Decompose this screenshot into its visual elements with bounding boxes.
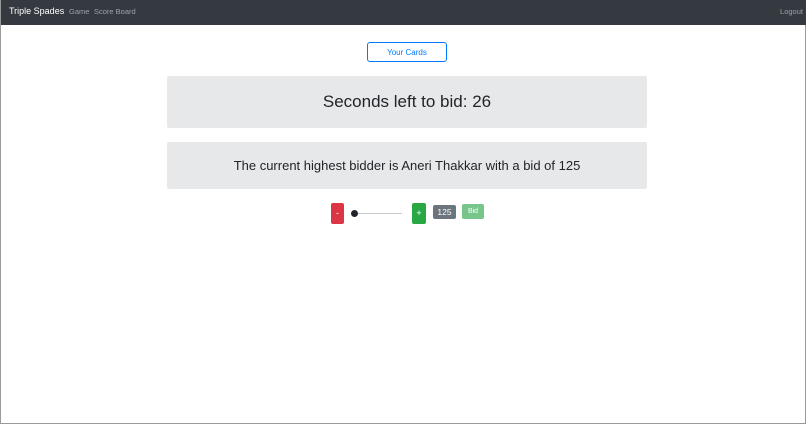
navbar: Triple Spades Game Score Board Logout bbox=[1, 0, 806, 25]
decrease-bid-button[interactable]: - bbox=[331, 203, 344, 224]
bid-button[interactable]: Bid bbox=[462, 204, 484, 219]
brand-link[interactable]: Triple Spades bbox=[9, 6, 64, 16]
highest-bidder-text: The current highest bidder is Aneri Thak… bbox=[233, 158, 581, 173]
bid-slider-thumb[interactable] bbox=[351, 210, 358, 217]
bid-timer-text: Seconds left to bid: 26 bbox=[322, 92, 492, 111]
logout-link[interactable]: Logout bbox=[780, 7, 803, 16]
nav-link-score-board[interactable]: Score Board bbox=[94, 7, 136, 16]
increase-bid-button[interactable]: + bbox=[412, 203, 426, 224]
your-cards-button[interactable]: Your Cards bbox=[367, 42, 447, 62]
bid-timer-panel: Seconds left to bid: 26 bbox=[167, 76, 647, 128]
highest-bidder-panel: The current highest bidder is Aneri Thak… bbox=[167, 142, 647, 189]
page: Triple Spades Game Score Board Logout Yo… bbox=[0, 0, 806, 424]
nav-link-game[interactable]: Game bbox=[69, 7, 89, 16]
bid-slider-track[interactable] bbox=[354, 213, 402, 214]
bid-value-badge: 125 bbox=[433, 205, 456, 219]
